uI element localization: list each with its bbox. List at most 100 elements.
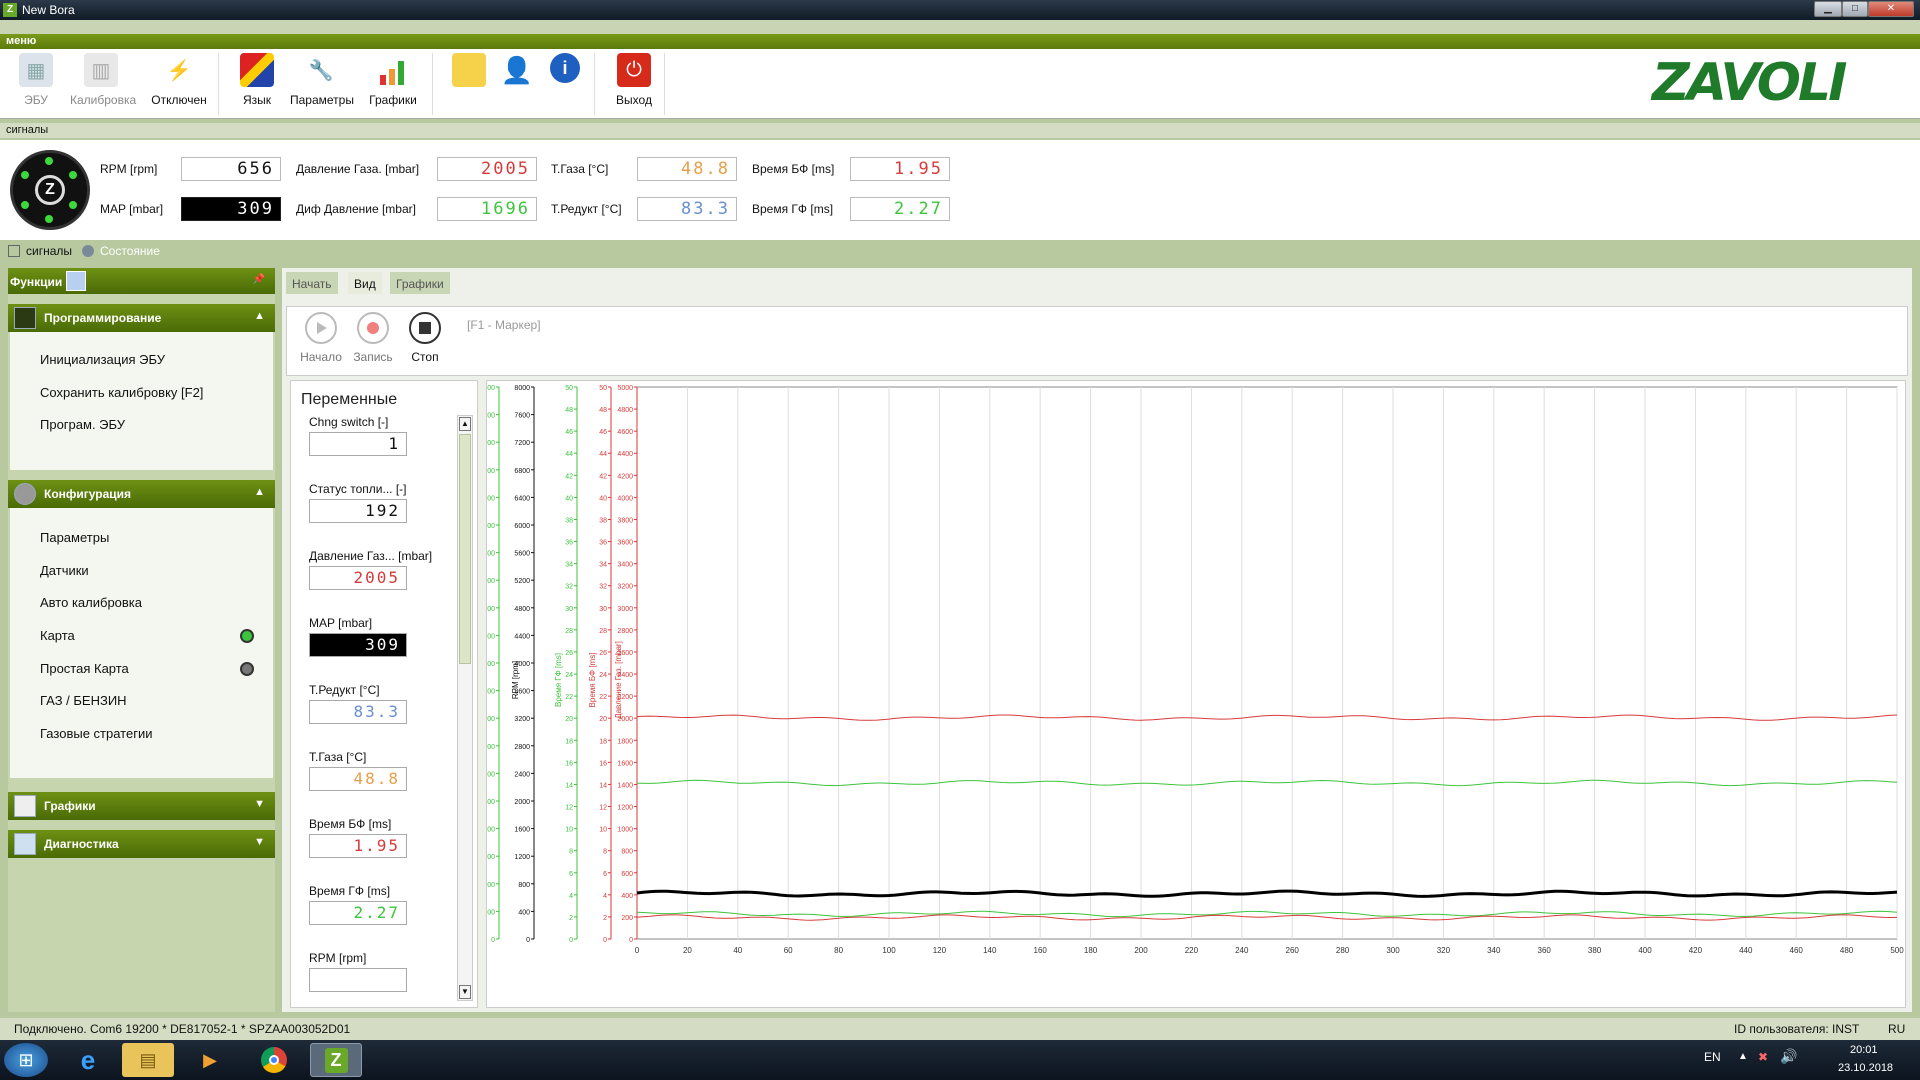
y-tick-label: 28	[599, 628, 607, 635]
ie-icon[interactable]: e	[62, 1043, 114, 1077]
y-tick-label: 36	[565, 540, 573, 547]
sensors-item[interactable]: Датчики	[40, 563, 89, 578]
zavoli-task-icon[interactable]: Z	[310, 1043, 362, 1077]
y-tick-label: 26	[565, 650, 573, 657]
clock-date[interactable]: 23.10.2018	[1838, 1062, 1893, 1074]
gauge-dot	[69, 171, 77, 179]
scroll-up-icon[interactable]: ▲	[459, 417, 471, 431]
programming-header[interactable]: Программирование ▲	[8, 304, 275, 332]
scroll-thumb[interactable]	[459, 434, 471, 664]
tab-state[interactable]: Состояние	[100, 244, 160, 258]
y-tick-label: 3000	[487, 661, 495, 668]
functions-icon	[66, 271, 86, 291]
record-button[interactable]: Запись	[349, 312, 397, 364]
x-tick-label: 260	[1286, 946, 1300, 955]
start-button[interactable]: Начало	[297, 312, 345, 364]
variable-value	[309, 968, 407, 992]
maximize-button[interactable]: □	[1842, 1, 1868, 17]
simple-map-item[interactable]: Простая Карта	[40, 661, 129, 676]
chrome-icon[interactable]	[248, 1043, 300, 1077]
y-tick-label: 4500	[487, 523, 495, 530]
graphs-button[interactable]: Графики	[362, 53, 424, 113]
y-tick-label: 600	[621, 871, 633, 878]
calibration-label: Калибровка	[70, 93, 137, 107]
y-tick-label: 0	[629, 937, 633, 944]
x-tick-label: 120	[933, 946, 947, 955]
language-button[interactable]: Язык	[226, 53, 288, 113]
info-button[interactable]: i	[534, 53, 596, 113]
tab-view[interactable]: Вид	[348, 272, 382, 294]
network-icon[interactable]: ✖	[1758, 1050, 1768, 1064]
y-tick-label: 7600	[514, 413, 530, 420]
graphs-header[interactable]: Графики ▼	[8, 792, 275, 820]
ecu-button[interactable]: ▦ ЭБУ	[5, 53, 67, 113]
tab-graphs[interactable]: Графики	[390, 272, 450, 294]
variable-value: 1.95	[309, 834, 407, 858]
y-tick-label: 24	[599, 672, 607, 679]
clock-time[interactable]: 20:01	[1850, 1044, 1878, 1056]
chip-icon	[14, 307, 36, 329]
y-tick-label: 26	[599, 650, 607, 657]
x-tick-label: 280	[1336, 946, 1350, 955]
ecu-label: ЭБУ	[24, 93, 48, 107]
exit-button[interactable]: ⏻ Выход	[603, 53, 665, 113]
y-tick-label: 5000	[617, 385, 633, 392]
media-player-icon[interactable]: ▶	[184, 1043, 236, 1077]
explorer-icon[interactable]: ▤	[122, 1043, 174, 1077]
plot-area	[636, 386, 1898, 940]
gas-strategies-item[interactable]: Газовые стратегии	[40, 726, 152, 741]
variable-name: RPM [rpm]	[309, 951, 367, 965]
variable-value: 192	[309, 499, 407, 523]
y-tick-label: 2700	[487, 689, 495, 696]
y-tick-label: 40	[565, 495, 573, 502]
y-tick-label: 3400	[617, 562, 633, 569]
y-tick-label: 2400	[514, 771, 530, 778]
y-tick-label: 3600	[487, 606, 495, 613]
y-tick-label: 10	[599, 827, 607, 834]
y-tick-label: 5700	[487, 413, 495, 420]
functions-panel: Функции 📌 Программирование ▲ Инициализац…	[8, 268, 275, 1012]
parameters-button[interactable]: 🔧 Параметры	[290, 53, 354, 113]
program-ecu-item[interactable]: Програм. ЭБУ	[40, 417, 125, 432]
gas-petrol-item[interactable]: ГАЗ / БЕНЗИН	[40, 693, 127, 708]
disconnected-button[interactable]: ⚡ Отключен	[148, 53, 210, 113]
volume-icon[interactable]: 🔊	[1780, 1048, 1797, 1065]
tray-arrow-icon[interactable]: ▲	[1738, 1051, 1748, 1062]
save-calibration-item[interactable]: Сохранить калибровку [F2]	[40, 385, 203, 400]
play-icon	[305, 312, 337, 344]
variable-value: 1	[309, 432, 407, 456]
y-tick-label: 2800	[617, 628, 633, 635]
tab-signals[interactable]: сигналы	[26, 244, 72, 258]
calibration-button[interactable]: ▥ Калибровка	[70, 53, 137, 113]
scroll-down-icon[interactable]: ▼	[459, 985, 471, 999]
y-tick-label: 6000	[514, 523, 530, 530]
x-tick-label: 340	[1487, 946, 1501, 955]
diagnostics-header[interactable]: Диагностика ▼	[8, 830, 275, 858]
graph-icon	[14, 795, 36, 817]
parameters-item[interactable]: Параметры	[40, 530, 109, 545]
gauge-dot	[69, 201, 77, 209]
configuration-header[interactable]: Конфигурация ▲	[8, 480, 275, 508]
map-item[interactable]: Карта	[40, 628, 75, 643]
menu-label: меню	[6, 35, 37, 47]
stop-label: Стоп	[411, 350, 439, 364]
minimize-button[interactable]: ▁	[1814, 1, 1842, 17]
variable-value: 48.8	[309, 767, 407, 791]
y-tick-label: 4	[569, 893, 573, 900]
start-menu-icon[interactable]: ⊞	[4, 1043, 48, 1077]
close-button[interactable]: ✕	[1868, 1, 1914, 17]
y-tick-label: 3000	[617, 606, 633, 613]
pin-icon[interactable]: 📌	[253, 274, 265, 285]
stop-button[interactable]: Стоп	[401, 312, 449, 364]
auto-calibration-item[interactable]: Авто калибровка	[40, 595, 142, 610]
variable-item: Время БФ [ms] 1.95	[309, 817, 429, 858]
init-ecu-item[interactable]: Инициализация ЭБУ	[40, 352, 165, 367]
notes-icon	[452, 53, 486, 87]
keyboard-lang[interactable]: EN	[1704, 1050, 1721, 1064]
variable-item: Т.Редукт [°C] 83.3	[309, 683, 429, 724]
variables-scrollbar[interactable]: ▲ ▼	[457, 415, 473, 1001]
y-tick-label: 3800	[617, 517, 633, 524]
tab-start[interactable]: Начать	[286, 272, 338, 294]
y-tick-label: 20	[599, 716, 607, 723]
x-tick-label: 400	[1638, 946, 1652, 955]
